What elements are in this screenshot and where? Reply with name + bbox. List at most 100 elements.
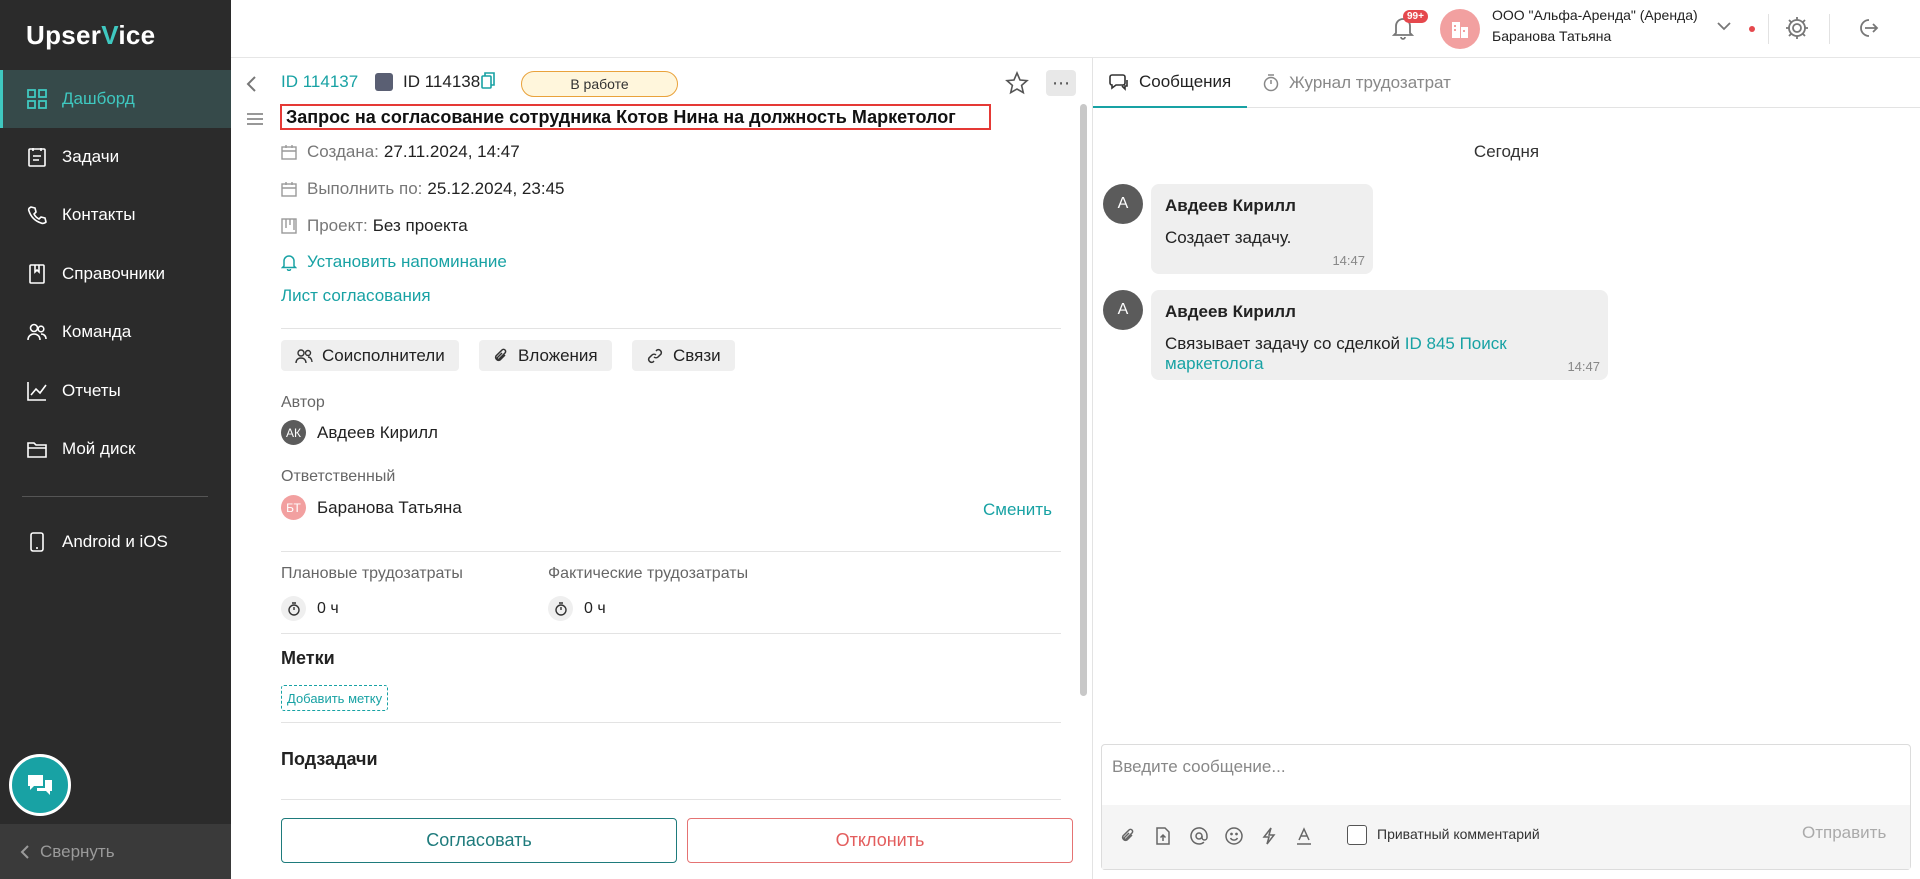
phone-icon [30,532,44,552]
due-label: Выполнить по: [307,179,423,198]
sidebar-item-label: Android и iOS [62,532,168,551]
actual-effort-label: Фактические трудозатраты [548,565,749,582]
file-upload-icon[interactable] [1156,827,1170,845]
more-options-button[interactable]: ⋯ [1046,70,1076,96]
sidebar-item-tasks[interactable]: Задачи [0,128,231,186]
message-input[interactable]: Введите сообщение... [1112,757,1286,777]
subtasks-heading: Подзадачи [281,749,378,769]
star-icon[interactable] [1005,71,1029,95]
add-tag-button[interactable]: Добавить метку [281,685,389,711]
avatar: А [1103,184,1143,224]
chat-icon [28,775,52,795]
task-id: ID 114138 [403,72,481,91]
stopwatch-icon [1263,74,1279,92]
folder-icon [27,442,47,458]
divider [281,551,1061,552]
chat-panel: Сообщения Журнал трудозатрат Сегодня А А… [1093,58,1920,879]
approval-list-link[interactable]: Лист согласования [281,286,431,306]
paperclip-icon[interactable] [1120,827,1136,845]
avatar: БТ [281,495,306,520]
due-value[interactable]: 25.12.2024, 23:45 [427,179,564,199]
support-chat-button[interactable] [9,754,71,816]
sidebar-item-label: Отчеты [62,381,121,400]
author-row[interactable]: АК Авдеев Кирилл [281,420,438,445]
sidebar-item-mobile-apps[interactable]: Android и iOS [0,513,231,571]
avatar: АК [281,420,306,445]
gear-icon[interactable] [1784,15,1810,41]
sidebar-item-team[interactable]: Команда [0,303,231,361]
copy-icon[interactable] [481,72,495,90]
message-time: 14:47 [1567,359,1600,374]
status-badge[interactable]: В работе [521,71,678,97]
tab-worklog[interactable]: Журнал трудозатрат [1247,58,1467,108]
mention-icon[interactable] [1190,827,1208,845]
sidebar-item-directories[interactable]: Справочники [0,245,231,303]
approve-button[interactable]: Согласовать [281,818,677,863]
responsible-name: Баранова Татьяна [317,497,462,517]
current-user-name[interactable]: Баранова Татьяна [1492,28,1611,44]
due-row: Выполнить по: 25.12.2024, 23:45 [281,179,564,199]
dashboard-icon [27,89,47,109]
parent-task-link[interactable]: ID 114137 [281,72,358,92]
sidebar-item-label: Команда [62,322,132,341]
sidebar-item-dashboard[interactable]: Дашборд [0,70,231,128]
team-icon [27,323,47,341]
chip-label: Связи [673,345,721,365]
chip-label: Соисполнители [322,345,445,365]
attachments-button[interactable]: Вложения [479,340,612,371]
collapse-sidebar-button[interactable]: Свернуть [0,824,231,879]
responsible-row[interactable]: БТ Баранова Татьяна [281,495,462,520]
co-executors-button[interactable]: Соисполнители [281,340,459,371]
tab-messages[interactable]: Сообщения [1093,58,1248,108]
tab-label: Сообщения [1139,72,1232,91]
composer-toolbar: Приватный комментарий Отправить [1102,805,1910,869]
chevron-down-icon[interactable] [1716,21,1732,31]
org-avatar[interactable] [1440,9,1480,49]
project-row: Проект: Без проекта [281,216,468,236]
reminder-label: Установить напоминание [307,252,507,271]
calendar-icon [281,145,297,160]
message-bubble: Авдеев Кирилл Создает задачу. 14:47 [1151,184,1373,274]
message-bubble: Авдеев Кирилл Связывает задачу со сделко… [1151,290,1608,380]
created-label: Создана: [307,142,379,161]
task-title[interactable]: Запрос на согласование сотрудника Котов … [280,104,991,130]
menu-lines-icon[interactable] [247,112,263,126]
project-board-icon [281,218,297,234]
project-value[interactable]: Без проекта [373,216,468,236]
tags-heading: Метки [281,648,335,668]
actual-effort-value: 0 ч [584,599,606,617]
links-button[interactable]: Связи [632,340,735,371]
planned-effort[interactable]: 0 ч [281,596,339,621]
emoji-icon[interactable] [1225,827,1243,845]
sidebar-item-reports[interactable]: Отчеты [0,362,231,420]
responsible-label: Ответственный [281,468,396,485]
sidebar-item-my-disk[interactable]: Мой диск [0,420,231,478]
text-format-icon[interactable] [1296,827,1312,845]
message-time: 14:47 [1332,253,1365,268]
app-logo[interactable]: UpserVice [26,20,155,51]
set-reminder-link[interactable]: Установить напоминание [281,252,507,272]
chat-bubble-icon [1109,74,1128,91]
tab-label: Журнал трудозатрат [1289,73,1451,92]
private-comment-checkbox[interactable] [1347,825,1367,845]
sidebar-item-label: Контакты [62,205,136,224]
message-author: Авдеев Кирилл [1165,196,1296,215]
organization-name[interactable]: ООО "Альфа-Аренда" (Аренда) [1492,7,1698,23]
stopwatch-icon [281,596,306,621]
logout-icon[interactable] [1855,16,1879,40]
reject-button[interactable]: Отклонить [687,818,1073,863]
project-label: Проект: [307,216,368,235]
sidebar-item-label: Мой диск [62,439,136,458]
send-button[interactable]: Отправить [1802,823,1886,843]
change-responsible-button[interactable]: Сменить [983,500,1052,520]
created-value: 27.11.2024, 14:47 [383,142,520,161]
lightning-icon[interactable] [1262,827,1276,845]
sidebar-item-contacts[interactable]: Контакты [0,186,231,244]
private-comment-label[interactable]: Приватный комментарий [1377,826,1540,842]
back-arrow-icon[interactable] [245,74,259,94]
bell-icon [281,255,297,271]
chevron-left-icon [20,844,29,859]
scrollbar[interactable] [1080,104,1087,696]
author-label: Автор [281,394,325,411]
team-icon [295,348,313,363]
